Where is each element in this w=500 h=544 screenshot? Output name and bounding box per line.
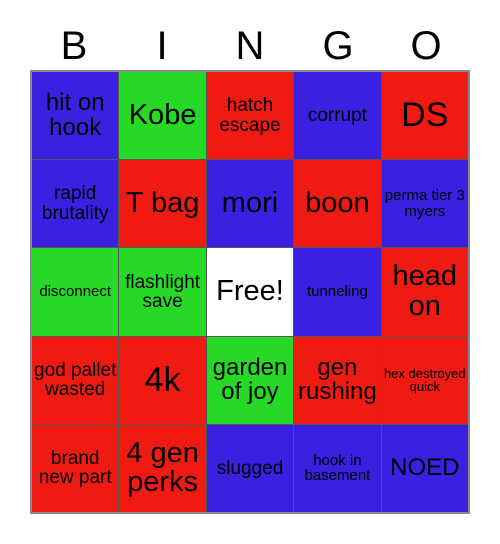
bingo-cell[interactable]: hit on hook [32, 72, 119, 160]
bingo-cell[interactable]: T bag [119, 160, 206, 248]
bingo-cell[interactable]: hook in basement [294, 424, 381, 512]
bingo-cell-label: DS [401, 96, 449, 135]
bingo-cell-label: hit on hook [45, 89, 105, 141]
bingo-cell-label: tunneling [306, 283, 368, 301]
bingo-cell-label: mori [221, 187, 279, 219]
bingo-cell-label: hex destroyed quick [383, 365, 466, 395]
bingo-cell-label: corrupt [307, 104, 367, 126]
bingo-card: B I N G O hit on hook Kobe hatch escape cor… [0, 0, 500, 544]
bingo-cell[interactable]: garden of joy [206, 336, 294, 424]
bingo-header-letter-b: B [60, 24, 88, 68]
bingo-cell[interactable]: god pallet wasted [32, 336, 119, 424]
bingo-cell[interactable]: flashlight save [119, 248, 206, 336]
bingo-cell-label: 4k [144, 360, 181, 399]
bingo-cell-label: 4 gen perks [126, 436, 199, 499]
bingo-cell-label: flashlight save [125, 271, 201, 312]
bingo-cell-label: rapid brutality [41, 183, 109, 224]
bingo-cell[interactable]: tunneling [294, 248, 381, 336]
bingo-cell-label: disconnect [39, 283, 112, 301]
bingo-cell[interactable]: gen rushing [294, 336, 381, 424]
bingo-cell-label: perma tier 3 myers [384, 187, 465, 220]
bingo-header-row: B I N G O [30, 22, 470, 70]
bingo-header-letter-i: I [156, 24, 168, 68]
bingo-cell-label: head on [392, 260, 458, 322]
bingo-cell[interactable]: DS [381, 72, 468, 160]
bingo-cell[interactable]: head on [381, 248, 468, 336]
bingo-cell[interactable]: disconnect [32, 248, 119, 336]
bingo-cell-label: T bag [125, 187, 200, 219]
bingo-free-space[interactable]: Free! [206, 248, 294, 336]
bingo-cell-label: slugged [216, 457, 284, 479]
bingo-cell[interactable]: 4k [119, 336, 206, 424]
bingo-header-letter-o: O [410, 24, 442, 68]
bingo-cell[interactable]: slugged [206, 424, 294, 512]
bingo-cell[interactable]: mori [206, 160, 294, 248]
bingo-cell[interactable]: boon [294, 160, 381, 248]
bingo-cell-label: brand new part [38, 448, 112, 489]
bingo-cell-label: hatch escape [219, 95, 281, 136]
bingo-cell[interactable]: hex destroyed quick [381, 336, 468, 424]
bingo-cell-label: Free! [216, 275, 284, 308]
bingo-cell[interactable]: perma tier 3 myers [381, 160, 468, 248]
bingo-cell-label: Kobe [128, 98, 197, 131]
bingo-cell[interactable]: hatch escape [206, 72, 294, 160]
bingo-cell[interactable]: NOED [381, 424, 468, 512]
bingo-header-letter-g: G [322, 24, 354, 68]
bingo-cell-label: boon [305, 187, 370, 219]
bingo-cell[interactable]: rapid brutality [32, 160, 119, 248]
bingo-cell[interactable]: brand new part [32, 424, 119, 512]
bingo-cell-label: hook in basement [304, 452, 371, 485]
bingo-cell-label: god pallet wasted [34, 359, 117, 401]
bingo-cell-label: garden of joy [212, 353, 288, 406]
bingo-cell[interactable]: corrupt [294, 72, 381, 160]
bingo-header-letter-n: N [235, 24, 265, 68]
bingo-cell-label: gen rushing [298, 353, 377, 406]
bingo-cell[interactable]: Kobe [119, 72, 206, 160]
bingo-grid: hit on hook Kobe hatch escape corrupt DS rapi… [30, 70, 470, 514]
bingo-cell-label: NOED [390, 454, 460, 482]
bingo-cell[interactable]: 4 gen perks [119, 424, 206, 512]
